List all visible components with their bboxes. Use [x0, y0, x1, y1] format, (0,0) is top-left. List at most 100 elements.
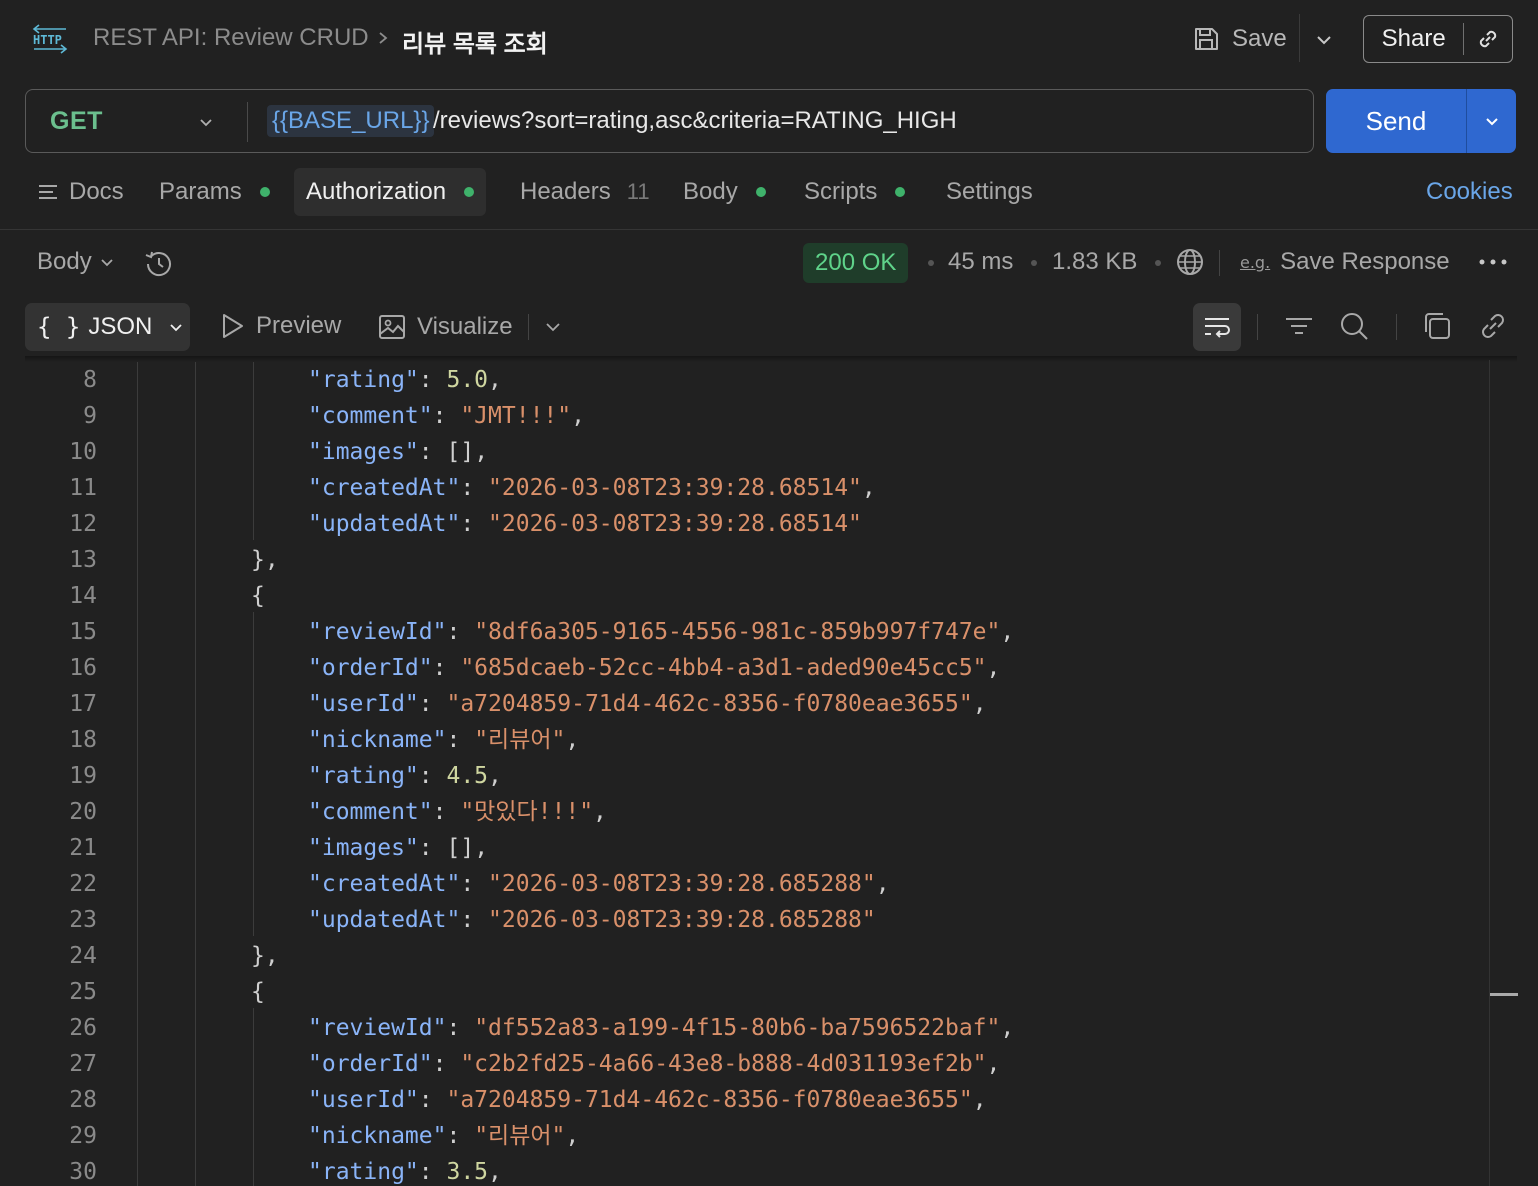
tab-headers[interactable]: Headers 11 [520, 168, 650, 216]
share-label: Share [1381, 25, 1446, 52]
tab-docs[interactable]: Docs [37, 168, 124, 216]
json-value: "맛있다!!!" [460, 799, 594, 825]
breadcrumb-collection[interactable]: REST API: Review CRUD [93, 24, 369, 52]
json-value: "리뷰어" [474, 727, 566, 753]
line-number: 23 [69, 907, 97, 933]
code-line: 23 "updatedAt": "2026-03-08T23:39:28.6852… [25, 902, 1485, 938]
json-value: "리뷰어" [474, 1123, 566, 1149]
code-text: "orderId": "685dcaeb-52cc-4bb4-a3d1-aded… [308, 655, 1001, 681]
divider [247, 102, 248, 142]
preview-button[interactable]: Preview [218, 312, 341, 340]
json-key: "rating" [308, 367, 419, 393]
code-text: "reviewId": "8df6a305-9165-4556-981c-859… [308, 619, 1015, 645]
line-number: 20 [69, 799, 97, 825]
json-value: 3.5 [446, 1159, 489, 1185]
code-text: "createdAt": "2026-03-08T23:39:28.685288… [308, 871, 890, 897]
json-key: "createdAt" [308, 475, 461, 501]
line-number: 18 [69, 727, 97, 753]
url-input[interactable]: /reviews?sort=rating,asc&criteria=RATING… [433, 107, 957, 135]
docs-icon [39, 185, 57, 199]
response-time[interactable]: 45 ms [948, 248, 1013, 276]
method-select[interactable]: GET [50, 107, 103, 136]
scrollbar-thumb[interactable] [1490, 993, 1518, 996]
code-line: 29 "nickname": "리뷰어", [25, 1118, 1485, 1154]
request-url-bar: GET {{BASE_URL}} /reviews?sort=rating,as… [25, 89, 1314, 153]
json-key: "comment" [308, 403, 433, 429]
request-title[interactable]: 리뷰 목록 조회 [402, 24, 548, 59]
divider [528, 314, 529, 340]
code-line: 13}, [25, 542, 1485, 578]
http-icon: HTTP [32, 24, 68, 54]
json-key: "comment" [308, 799, 433, 825]
json-value: 5.0 [446, 367, 489, 393]
json-key: "updatedAt" [308, 907, 461, 933]
json-key: "images" [308, 835, 419, 861]
line-number: 10 [69, 439, 97, 465]
tab-params[interactable]: Params [159, 168, 270, 216]
response-body-select[interactable]: Body [37, 248, 116, 276]
tab-body[interactable]: Body [683, 168, 766, 216]
tab-scripts[interactable]: Scripts [804, 168, 906, 216]
code-text: "reviewId": "df552a83-a199-4f15-80b6-ba7… [308, 1015, 1015, 1041]
history-icon[interactable] [142, 247, 176, 281]
line-number: 13 [69, 547, 97, 573]
json-key: "userId" [308, 691, 419, 717]
url-variable[interactable]: {{BASE_URL}} [267, 105, 435, 137]
save-button[interactable]: Save [1190, 18, 1287, 60]
chevron-down-icon [101, 259, 113, 267]
globe-icon[interactable] [1174, 246, 1206, 278]
json-key: "orderId" [308, 1051, 433, 1077]
json-value: "a7204859-71d4-462c-8356-f0780eae3655" [446, 691, 973, 717]
wrap-lines-button[interactable] [1193, 303, 1241, 351]
response-body-code[interactable]: 8 "rating": 5.0, 9 "comment": "JMT!!!", 10 "i… [25, 360, 1517, 1186]
preview-label: Preview [256, 312, 342, 339]
search-icon[interactable] [1338, 310, 1370, 342]
filter-icon[interactable] [1283, 310, 1315, 342]
tab-label: Settings [946, 178, 1033, 205]
code-text: { [251, 979, 265, 1005]
line-number: 19 [69, 763, 97, 789]
code-line: 12 "updatedAt": "2026-03-08T23:39:28.6851… [25, 506, 1485, 542]
code-text: "userId": "a7204859-71d4-462c-8356-f0780… [308, 1087, 987, 1113]
code-text: "comment": "맛있다!!!", [308, 799, 607, 825]
format-json-select[interactable]: { } JSON [25, 303, 190, 351]
chevron-down-icon[interactable] [540, 314, 566, 340]
code-line: 14 { [25, 578, 1485, 614]
send-button[interactable]: Send [1326, 89, 1516, 153]
line-number: 12 [69, 511, 97, 537]
response-size[interactable]: 1.83 KB [1052, 248, 1137, 276]
send-options-button[interactable] [1467, 110, 1516, 132]
json-value: 4.5 [446, 763, 489, 789]
line-number: 17 [69, 691, 97, 717]
save-response-button[interactable]: e.g. Save Response [1240, 248, 1450, 276]
line-number: 22 [69, 871, 97, 897]
divider [0, 229, 1538, 230]
code-text: "images": [], [308, 439, 489, 465]
scrollbar-track[interactable] [1489, 360, 1490, 1186]
json-key: "nickname" [308, 727, 447, 753]
more-options-icon[interactable] [1477, 252, 1509, 272]
chevron-down-icon [1485, 118, 1498, 126]
image-icon [379, 315, 405, 339]
tab-authorization[interactable]: Authorization [294, 168, 487, 216]
json-key: "nickname" [308, 1123, 447, 1149]
json-value: "df552a83-a199-4f15-80b6-ba7596522baf" [474, 1015, 1001, 1041]
save-options-chevron-icon[interactable] [1312, 28, 1336, 52]
json-key: "orderId" [308, 655, 433, 681]
tab-label: Body [683, 178, 738, 205]
copy-link-button[interactable] [1464, 26, 1512, 52]
cookies-link[interactable]: Cookies [1426, 178, 1513, 206]
status-badge[interactable]: 200 OK [803, 243, 909, 283]
visualize-button[interactable]: Visualize [377, 312, 513, 342]
link-icon[interactable] [1477, 310, 1509, 342]
code-text: "nickname": "리뷰어", [308, 727, 580, 753]
code-line: 19 "rating": 4.5, [25, 758, 1485, 794]
code-line: 17 "userId": "a7204859-71d4-462c-8356-f07… [25, 686, 1485, 722]
line-number: 28 [69, 1087, 97, 1113]
line-number: 29 [69, 1123, 97, 1149]
share-button[interactable]: Share [1363, 15, 1513, 63]
copy-icon[interactable] [1421, 310, 1453, 342]
divider [1299, 14, 1300, 62]
tab-settings[interactable]: Settings [946, 168, 1033, 216]
chevron-down-icon[interactable] [196, 112, 216, 132]
